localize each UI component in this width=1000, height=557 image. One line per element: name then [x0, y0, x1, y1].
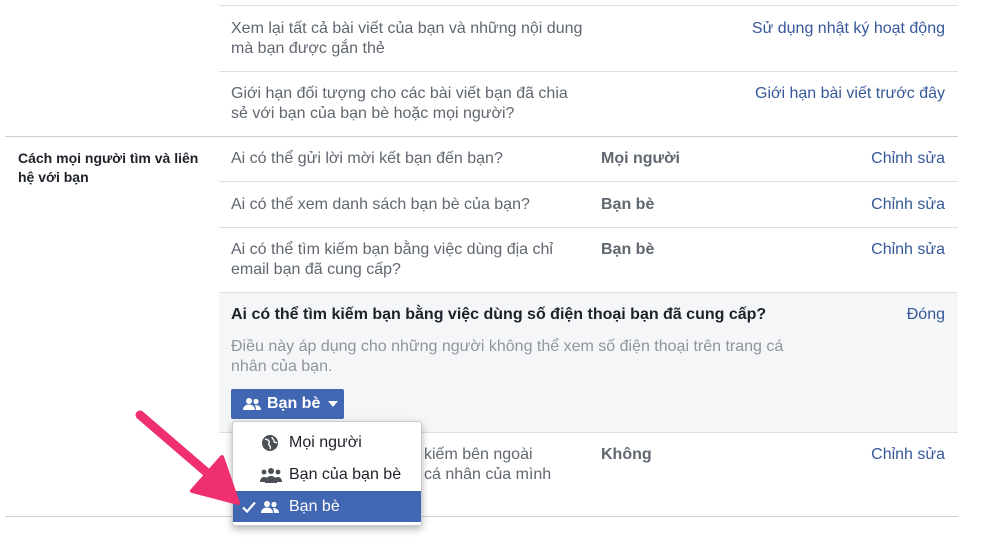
- annotation-arrow-icon: [135, 410, 240, 505]
- friends-icon: [261, 500, 279, 514]
- friend-list-edit-link[interactable]: Chỉnh sửa: [871, 195, 945, 215]
- section-label: Cách mọi người tìm và liên hệ với bạn: [18, 150, 199, 185]
- divider: [219, 5, 958, 6]
- email-lookup-value: Bạn bè: [601, 241, 655, 258]
- friend-request-question: Ai có thể gửi lời mời kết bạn đến bạn?: [231, 150, 503, 167]
- divider: [219, 227, 958, 228]
- friends-of-friends-icon: [260, 467, 282, 483]
- search-engine-question-line1: kiếm bên ngoài: [424, 446, 533, 463]
- section-divider: [5, 136, 958, 137]
- use-activity-log-link[interactable]: Sử dụng nhật ký hoạt động: [752, 19, 945, 39]
- row-limit-past-posts-text: Giới hạn đối tượng cho các bài viết bạn …: [231, 85, 568, 122]
- audience-option-public[interactable]: Mọi người: [233, 428, 421, 458]
- close-link[interactable]: Đóng: [907, 305, 945, 325]
- friend-list-value: Bạn bè: [601, 196, 655, 213]
- audience-option-friends-of-friends[interactable]: Bạn của bạn bè: [233, 460, 421, 490]
- audience-option-label: Bạn bè: [289, 497, 340, 515]
- audience-selector-label: Bạn bè: [267, 395, 321, 412]
- search-engine-edit-link[interactable]: Chỉnh sửa: [871, 445, 945, 465]
- friend-list-question: Ai có thể xem danh sách bạn bè của bạn?: [231, 196, 530, 213]
- divider: [219, 71, 958, 72]
- divider: [219, 181, 958, 182]
- audience-option-label: Bạn của bạn bè: [289, 466, 402, 483]
- phone-lookup-question: Ai có thể tìm kiếm bạn bằng việc dùng số…: [231, 306, 767, 323]
- caret-down-icon: [328, 401, 339, 407]
- search-engine-value: Không: [601, 446, 652, 463]
- limit-past-posts-link[interactable]: Giới hạn bài viết trước đây: [755, 84, 945, 104]
- row-activity-log-text: Xem lại tất cả bài viết của bạn và những…: [231, 20, 583, 57]
- audience-option-label: Mọi người: [289, 434, 362, 451]
- friend-request-edit-link[interactable]: Chỉnh sửa: [871, 149, 945, 169]
- friend-request-value: Mọi người: [601, 150, 680, 167]
- section-divider: [5, 516, 958, 517]
- email-lookup-question: Ai có thể tìm kiếm bạn bằng việc dùng đị…: [231, 241, 553, 278]
- audience-option-friends[interactable]: Bạn bè: [233, 491, 421, 522]
- audience-dropdown-menu: Mọi người Bạn của bạn bè Bạn bè: [232, 421, 422, 526]
- phone-lookup-description: Điều này áp dụng cho những người không t…: [231, 338, 784, 375]
- globe-icon: [261, 434, 279, 452]
- search-engine-question-line2: cá nhân của mình: [424, 466, 552, 483]
- email-lookup-edit-link[interactable]: Chỉnh sửa: [871, 240, 945, 260]
